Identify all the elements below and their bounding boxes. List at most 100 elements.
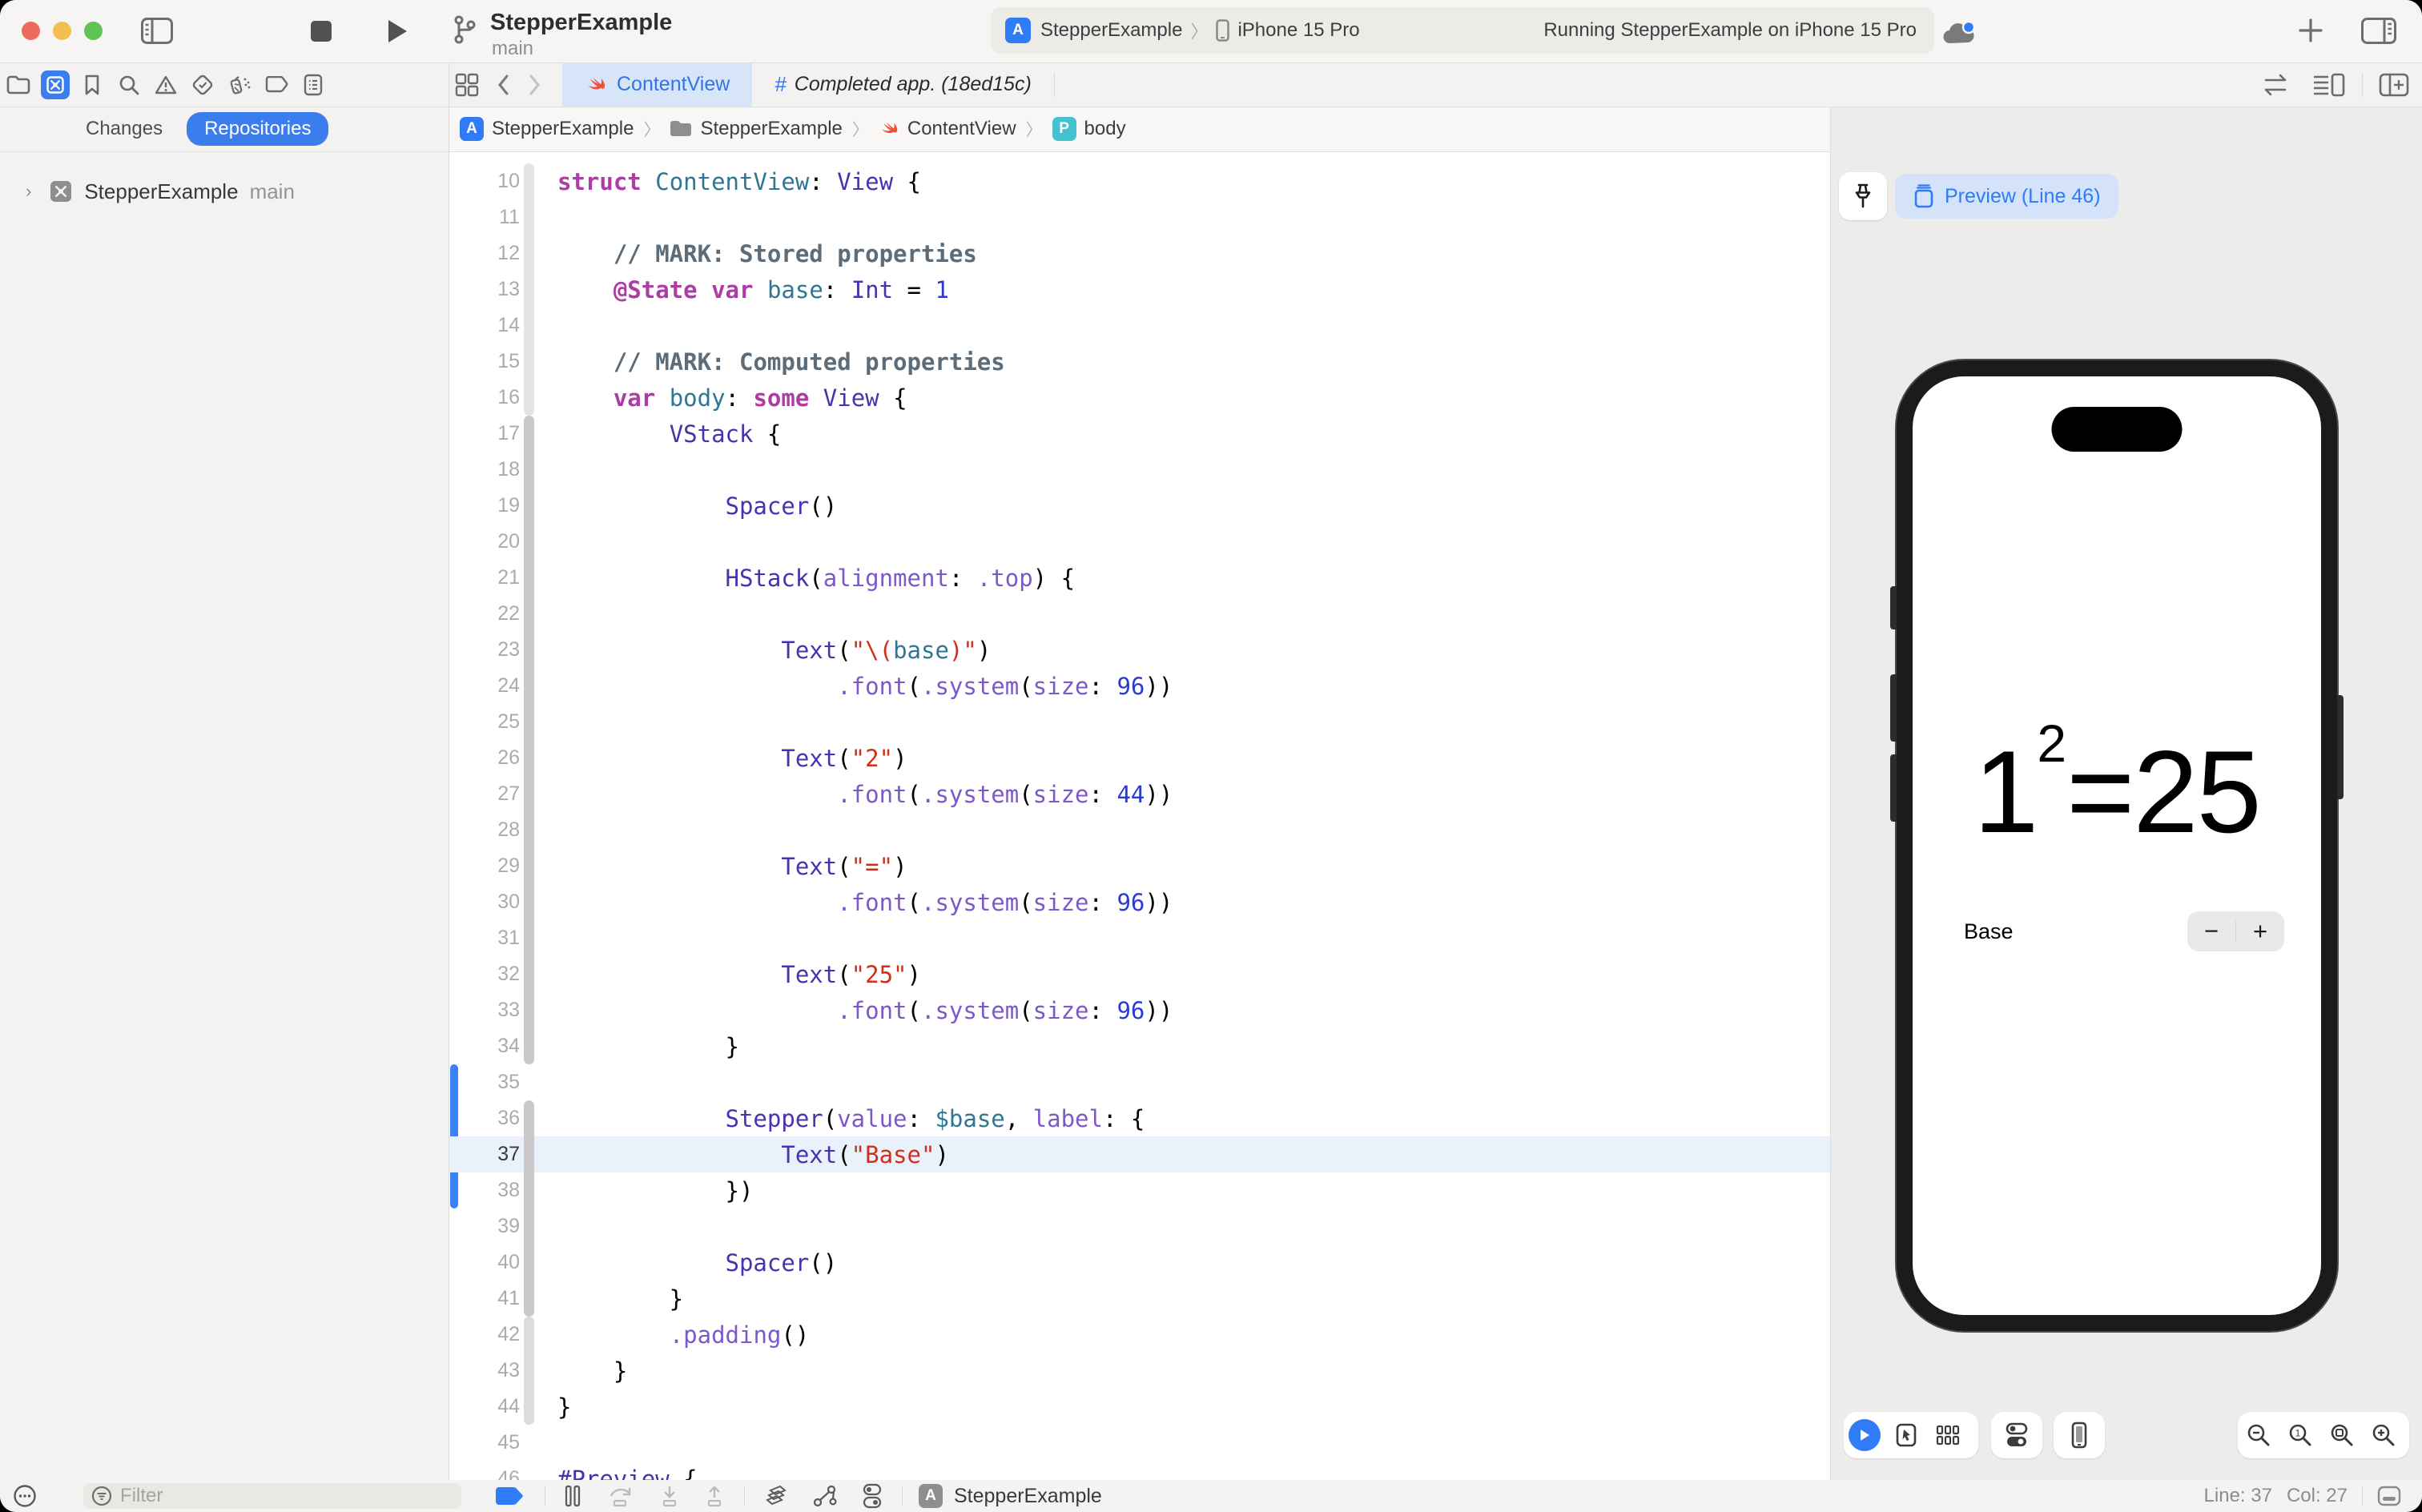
editor-options-icon[interactable] [2312,62,2346,107]
tab-changes[interactable]: Changes [86,118,163,140]
code-line[interactable]: 15 // MARK: Computed properties [449,344,1830,380]
zoom-in-icon[interactable] [2363,1423,2404,1447]
line-number[interactable]: 12 [449,242,520,265]
zoom-100-icon[interactable]: 1 [2279,1423,2321,1447]
code-line[interactable]: 11 [449,199,1830,235]
code-line[interactable]: 31 [449,920,1830,956]
line-number[interactable]: 45 [449,1431,520,1454]
line-number[interactable]: 42 [449,1323,520,1346]
selectable-mode-button[interactable] [1885,1423,1927,1447]
tab-commit[interactable]: # Completed app. (18ed15c) [752,62,1054,107]
code-line[interactable]: 23 Text("\(base)") [449,632,1830,668]
line-number[interactable]: 38 [449,1179,520,1202]
variants-button[interactable] [1927,1424,1969,1446]
line-number[interactable]: 18 [449,458,520,481]
code-line[interactable]: 43 } [449,1353,1830,1389]
code-line[interactable]: 16 var body: some View { [449,380,1830,416]
line-number[interactable]: 17 [449,422,520,445]
code-line[interactable]: 30 .font(.system(size: 96)) [449,884,1830,920]
tab-repositories[interactable]: Repositories [187,112,328,146]
line-number[interactable]: 21 [449,566,520,589]
line-number[interactable]: 36 [449,1107,520,1130]
zoom-fit-icon[interactable] [2321,1423,2363,1447]
view-hierarchy-icon[interactable] [764,1484,788,1508]
device-settings-button[interactable] [2005,1422,2029,1449]
report-navigator-icon[interactable] [295,74,332,96]
code-line[interactable]: 34 } [449,1028,1830,1064]
line-number[interactable]: 37 [449,1143,520,1166]
code-line[interactable]: 12 // MARK: Stored properties [449,235,1830,271]
line-number[interactable]: 23 [449,638,520,662]
code-line[interactable]: 13 @State var base: Int = 1 [449,271,1830,308]
code-line[interactable]: 27 .font(.system(size: 44)) [449,776,1830,812]
line-number[interactable]: 43 [449,1359,520,1382]
source-control-navigator-icon[interactable] [37,70,74,99]
code-line[interactable]: 28 [449,812,1830,848]
line-number[interactable]: 11 [449,206,520,229]
add-button[interactable] [2297,17,2324,44]
code-line[interactable]: 26 Text("2") [449,740,1830,776]
zoom-window-button[interactable] [84,22,103,40]
code-line[interactable]: 32 Text("25") [449,956,1830,992]
code-review-icon[interactable] [2259,62,2291,107]
code-line[interactable]: 39 [449,1208,1830,1245]
related-items-icon[interactable] [455,62,479,107]
forward-icon[interactable] [529,62,541,107]
line-number[interactable]: 29 [449,855,520,878]
minimize-window-button[interactable] [53,22,71,40]
code-line[interactable]: 44} [449,1389,1830,1425]
code-line[interactable]: 45 [449,1425,1830,1461]
cloud-sync-icon[interactable] [1941,21,1977,46]
line-number[interactable]: 41 [449,1287,520,1310]
stepper-control[interactable]: − + [2187,911,2284,951]
line-number[interactable]: 22 [449,602,520,625]
scheme-destination[interactable]: iPhone 15 Pro [1237,19,1359,42]
line-number[interactable]: 15 [449,350,520,373]
code-line[interactable]: 33 .font(.system(size: 96)) [449,992,1830,1028]
breadcrumb-symbol[interactable]: body [1084,118,1126,140]
pin-preview-button[interactable] [1839,172,1887,220]
step-into-icon[interactable] [659,1485,680,1507]
environment-overrides-icon[interactable] [862,1483,883,1509]
line-number[interactable]: 31 [449,927,520,950]
tab-contentview[interactable]: ContentView [562,62,752,107]
step-out-icon[interactable] [704,1485,725,1507]
line-number[interactable]: 34 [449,1035,520,1058]
code-line[interactable]: 35 [449,1064,1830,1100]
line-number[interactable]: 20 [449,530,520,553]
live-preview-button[interactable] [1844,1419,1885,1451]
find-navigator-icon[interactable] [111,74,147,95]
add-editor-icon[interactable] [2379,62,2409,107]
running-process[interactable]: A StepperExample [919,1484,1102,1508]
breadcrumb-project[interactable]: StepperExample [492,118,634,140]
code-line[interactable]: 19 Spacer() [449,488,1830,524]
source-editor[interactable]: 9 10struct ContentView: View { 11 12 // MAR… [449,151,1830,1480]
code-line[interactable]: 21 HStack(alignment: .top) { [449,560,1830,596]
line-number[interactable]: 32 [449,963,520,986]
issue-navigator-icon[interactable] [147,74,184,95]
code-line[interactable]: 46#Preview { [449,1461,1830,1480]
code-line[interactable]: 14 [449,308,1830,344]
code-line[interactable]: 42 .padding() [449,1317,1830,1353]
code-line[interactable]: 10struct ContentView: View { [449,163,1830,199]
filter-options-icon[interactable] [13,1484,37,1508]
disclosure-chevron-icon[interactable]: › [26,181,31,202]
breadcrumb-group[interactable]: StepperExample [700,118,842,140]
toggle-left-sidebar-icon[interactable] [141,18,173,44]
stop-button[interactable] [310,20,332,42]
code-line[interactable]: 9 [449,151,1830,163]
line-number[interactable]: 19 [449,494,520,517]
code-line[interactable]: 41 } [449,1281,1830,1317]
code-line[interactable]: 18 [449,452,1830,488]
code-line[interactable]: 37 Text("Base") [449,1136,1830,1172]
line-number[interactable]: 9 [449,151,520,157]
line-number[interactable]: 14 [449,314,520,337]
line-number[interactable]: 39 [449,1215,520,1238]
test-navigator-icon[interactable] [184,74,221,96]
line-number[interactable]: 24 [449,674,520,698]
stepper-decrement-button[interactable]: − [2187,917,2235,946]
preview-tab-button[interactable]: Preview (Line 46) [1895,174,2118,219]
back-icon[interactable] [497,62,509,107]
preview-on-device-button[interactable] [2071,1422,2087,1449]
code-line[interactable]: 20 [449,524,1830,560]
